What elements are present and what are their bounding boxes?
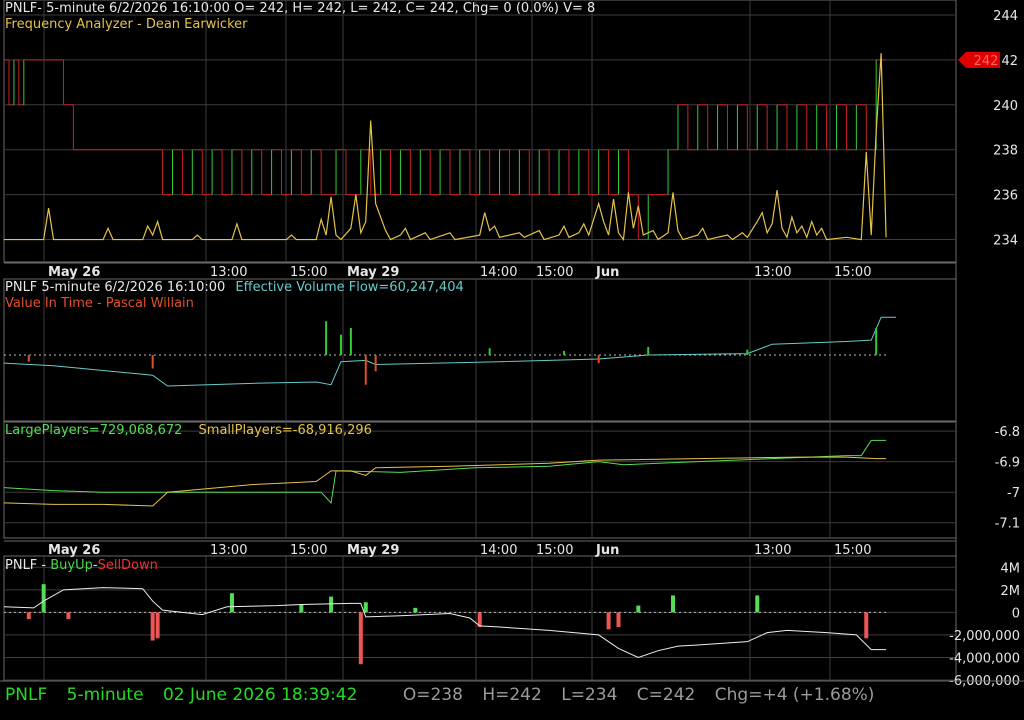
status-datetime: 02 June 2026 18:39:42 bbox=[162, 685, 358, 705]
buyup-bar bbox=[229, 593, 234, 613]
price-panel-title: PNLF- 5-minute 6/2/2026 16:10:00 O= 242,… bbox=[5, 1, 596, 16]
time-axis-label: 14:00 bbox=[480, 543, 517, 558]
status-change: Chg=+4 (+1.68%) bbox=[714, 685, 875, 705]
buysell-axis-label: 4M bbox=[1001, 561, 1021, 576]
selldown-bar bbox=[616, 612, 621, 628]
players-header: LargePlayers=729,068,672 SmallPlayers=-6… bbox=[5, 423, 372, 438]
buysell-axis-label: -4,000,000 bbox=[949, 651, 1020, 666]
buyup-selldown-header: PNLF - BuyUp-SellDown bbox=[5, 558, 158, 573]
time-axis-label: 15:00 bbox=[290, 543, 327, 558]
selldown-bar bbox=[155, 612, 160, 639]
status-low: L=234 bbox=[561, 685, 618, 705]
selldown-bar bbox=[150, 612, 155, 641]
time-axis-label: 14:00 bbox=[480, 265, 517, 280]
buyup-bar bbox=[671, 595, 675, 613]
buysell-axis-label: 2M bbox=[1001, 584, 1021, 599]
time-axis-label: Jun bbox=[595, 265, 619, 280]
status-high: H=242 bbox=[482, 685, 542, 705]
buyup-bar bbox=[413, 607, 418, 613]
selldown-bar bbox=[26, 612, 31, 620]
time-axis-label: 15:00 bbox=[290, 265, 327, 280]
selldown-bar bbox=[864, 612, 869, 639]
selldown-bar bbox=[606, 612, 611, 630]
time-axis-label: Jun bbox=[595, 543, 619, 558]
large-players-line bbox=[3, 439, 887, 504]
buyup-bar bbox=[41, 584, 46, 613]
time-axis-label: May 26 bbox=[48, 265, 100, 280]
buyup-label: BuyUp bbox=[50, 558, 93, 573]
panel-border-3 bbox=[3, 421, 957, 539]
buyup-bar bbox=[299, 604, 304, 613]
status-interval: 5-minute bbox=[66, 685, 144, 705]
value-in-time-header: PNLF 5-minute 6/2/2026 16:10:00 Effectiv… bbox=[5, 280, 464, 295]
time-axis-label: May 29 bbox=[347, 265, 399, 280]
price-axis-label: 240 bbox=[993, 99, 1018, 114]
time-axis-label: 13:00 bbox=[754, 265, 791, 280]
price-axis-label: 236 bbox=[993, 189, 1018, 204]
time-axis-label: May 26 bbox=[48, 543, 100, 558]
evf-line bbox=[3, 316, 896, 387]
status-bar: PNLF 5-minute 02 June 2026 18:39:42 O=23… bbox=[5, 685, 888, 705]
price-tag-label: 242 bbox=[974, 54, 999, 69]
buyup-bar bbox=[636, 605, 641, 613]
bus-prefix: PNLF - bbox=[5, 558, 51, 573]
selldown-label: SellDown bbox=[97, 558, 158, 573]
vit-symbol: PNLF 5-minute 6/2/2026 16:10:00 bbox=[5, 280, 226, 295]
price-axis-label: 234 bbox=[993, 234, 1018, 249]
frequency-analyzer-label: Frequency Analyzer - Dean Earwicker bbox=[5, 17, 248, 32]
time-axis-label: May 29 bbox=[347, 543, 399, 558]
small-players-line bbox=[3, 456, 887, 507]
status-open: O=238 bbox=[402, 685, 463, 705]
status-symbol: PNLF bbox=[5, 685, 48, 705]
players-axis-label: -7 bbox=[1007, 486, 1020, 501]
chart-canvas[interactable]: May 26 13:00 15:00 May 29 14:00 15:00 Jun 13:00… bbox=[0, 0, 1024, 720]
buysell-axis-label: 0 bbox=[1012, 606, 1020, 621]
time-axis-label: 15:00 bbox=[536, 543, 573, 558]
time-axis-label: 15:00 bbox=[834, 265, 871, 280]
time-axis-label: 13:00 bbox=[754, 543, 791, 558]
time-axis-label: 15:00 bbox=[536, 265, 573, 280]
time-axis-label: 13:00 bbox=[210, 543, 247, 558]
selldown-bar bbox=[66, 612, 71, 620]
status-close: C=242 bbox=[636, 685, 696, 705]
large-players-label: LargePlayers=729,068,672 bbox=[5, 423, 183, 438]
buyup-bar bbox=[329, 596, 334, 613]
time-axis-label: 13:00 bbox=[210, 265, 247, 280]
players-axis-label: -6.9 bbox=[995, 456, 1020, 471]
buyup-bar bbox=[363, 602, 368, 613]
vit-indicator-label: Value In Time - Pascal Willain bbox=[5, 296, 194, 311]
price-axis-label: 244 bbox=[993, 9, 1018, 24]
small-players-label: SmallPlayers=-68,916,296 bbox=[198, 423, 372, 438]
price-axis-label: 238 bbox=[993, 144, 1018, 159]
time-axis-label: 15:00 bbox=[834, 543, 871, 558]
buysell-axis-label: -2,000,000 bbox=[949, 629, 1020, 644]
frequency-line bbox=[4, 53, 887, 242]
selldown-bar bbox=[358, 612, 363, 665]
players-axis-label: -6.8 bbox=[995, 425, 1020, 440]
buyup-bar bbox=[755, 595, 760, 613]
evf-label: Effective Volume Flow=60,247,404 bbox=[235, 280, 464, 295]
players-axis-label: -7.1 bbox=[995, 517, 1020, 532]
panel-border-1 bbox=[3, 0, 957, 263]
buysell-cumulative-line bbox=[3, 587, 887, 658]
